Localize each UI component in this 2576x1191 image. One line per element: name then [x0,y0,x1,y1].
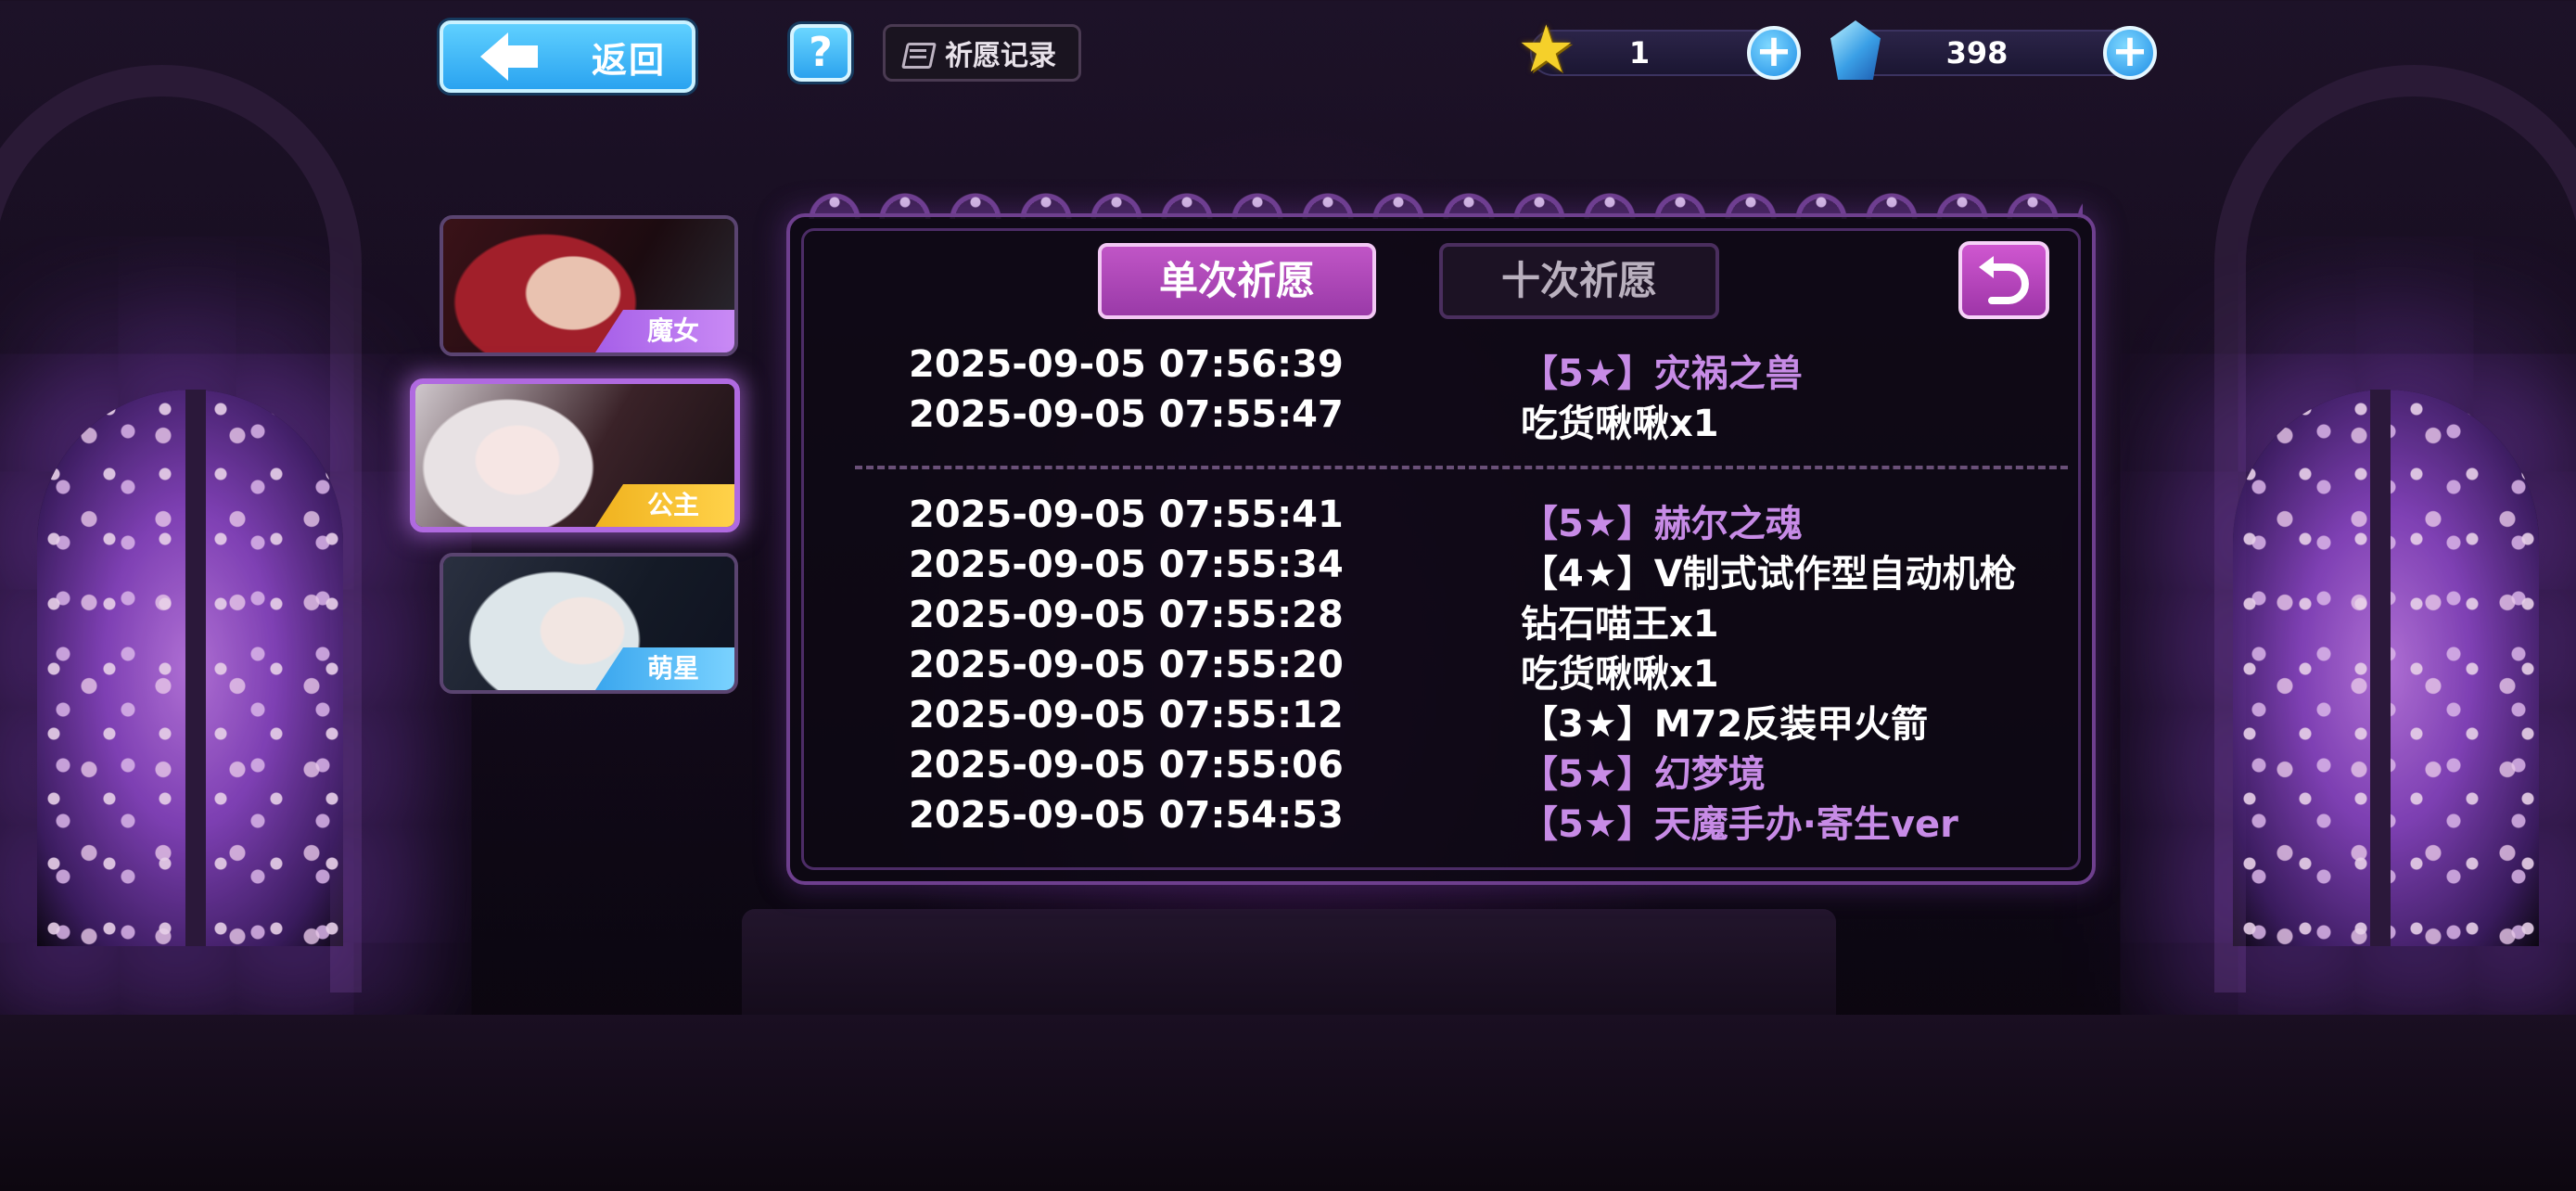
record-item: 【5★】天魔手办·寄生ver [1521,803,1958,846]
window-mullion [185,390,206,946]
record-item: 【4★】V制式试作型自动机枪 [1521,553,2017,596]
record-row: 2025-09-05 07:55:06 【5★】幻梦境 [909,744,2021,796]
record-time: 2025-09-05 07:55:34 [909,544,1344,586]
undo-button[interactable] [1958,241,2049,319]
record-item: 吃货啾啾x1 [1521,403,1719,445]
star-currency-icon: ★ [1517,11,1575,87]
crystal-currency-bar: 398 + [1849,26,2157,80]
record-row: 2025-09-05 07:54:53 【5★】天魔手办·寄生ver [909,794,2021,846]
record-time: 2025-09-05 07:55:28 [909,594,1344,636]
back-button[interactable]: 返回 [440,20,695,93]
group-separator [855,466,2068,469]
record-time: 2025-09-05 07:55:12 [909,694,1344,736]
record-row: 2025-09-05 07:55:34 【4★】V制式试作型自动机枪 [909,544,2021,596]
record-item: 吃货啾啾x1 [1521,653,1719,696]
back-arrow-icon [480,32,538,81]
record-row: 2025-09-05 07:55:41 【5★】赫尔之魂 [909,493,2021,545]
record-time: 2025-09-05 07:55:47 [909,393,1344,436]
record-time: 2025-09-05 07:55:41 [909,493,1344,536]
window-mullion [2370,390,2391,946]
wish-record-label: 祈愿记录 [945,40,1056,72]
help-button[interactable]: ? [790,24,851,82]
record-time: 2025-09-05 07:55:06 [909,744,1344,787]
record-row: 2025-09-05 07:55:47 吃货啾啾x1 [909,393,2021,445]
record-item: 【3★】M72反装甲火箭 [1521,703,1929,746]
record-row: 2025-09-05 07:55:12 【3★】M72反装甲火箭 [909,694,2021,746]
record-row: 2025-09-05 07:56:39 【5★】灾祸之兽 [909,343,2021,395]
add-crystal-button[interactable]: + [2103,26,2157,80]
record-row: 2025-09-05 07:55:20 吃货啾啾x1 [909,644,2021,696]
record-time: 2025-09-05 07:56:39 [909,343,1344,386]
crystal-currency-value: 398 [1945,35,2009,70]
record-time: 2025-09-05 07:54:53 [909,794,1344,837]
record-time: 2025-09-05 07:55:20 [909,644,1344,686]
floor [0,1015,2576,1191]
character-card-cutestar[interactable]: 萌星 [440,553,738,694]
record-item: 【5★】幻梦境 [1521,753,1766,796]
scroll-icon [900,37,936,69]
record-row: 2025-09-05 07:55:28 钻石喵王x1 [909,594,2021,646]
add-star-button[interactable]: + [1747,26,1801,80]
record-item: 【5★】灾祸之兽 [1521,352,1803,395]
character-card-princess[interactable]: 公主 [410,378,740,532]
record-item: 钻石喵王x1 [1521,603,1719,646]
tab-single-wish[interactable]: 单次祈愿 [1098,243,1376,319]
character-card-witch[interactable]: 魔女 [440,215,738,356]
record-item: 【5★】赫尔之魂 [1521,503,1803,545]
wish-record-button[interactable]: 祈愿记录 [883,24,1081,82]
undo-arrow-icon [1979,256,2029,304]
tab-ten-wish[interactable]: 十次祈愿 [1439,243,1719,319]
trim-dots [799,191,2083,213]
back-button-label: 返回 [592,39,667,81]
